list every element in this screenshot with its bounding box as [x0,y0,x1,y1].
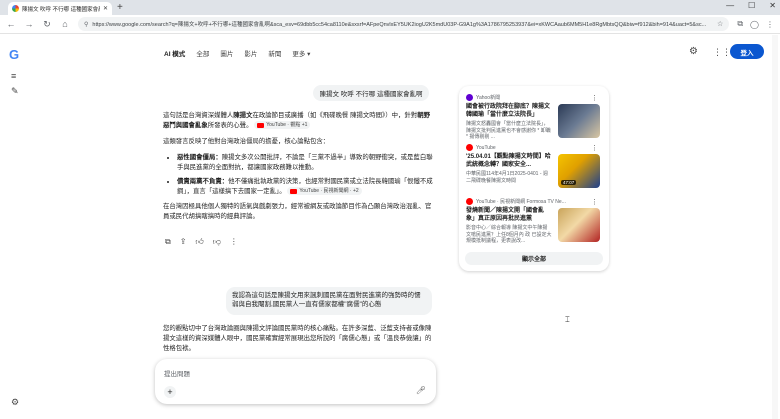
close-window-icon[interactable]: ✕ [769,1,776,10]
reload-icon[interactable]: ↻ [42,19,52,30]
home-icon[interactable]: ⌂ [60,19,70,29]
source-card[interactable]: YouTube '25.04.01【觀點陳揚文時間】哈武統概念轉？國家安全...… [466,144,604,188]
tab-all[interactable]: 全部 [196,48,209,58]
site-info-icon[interactable]: ⚲ [84,21,88,28]
user-question-bubble: 我認為這句話是陳揚文用來諷刺國民黨在面對民進黨的強勢時的懦弱與自我閹割,國民黨人… [226,287,432,315]
source-publisher: YouTube · 民視新聞網 Formosa TV Ne... [476,199,566,205]
source-chip[interactable]: YouTube · 民視新聞網 · +2 [287,187,362,196]
source-title: 國會被行政院拜在腳底？陳揚文韓國瑜「當什麼立法院長」 [466,104,551,118]
more-options-icon[interactable]: ⋮ [591,198,598,206]
search-mode-tabs: AI 模式 全部 圖片 影片 新聞 更多 ▾ [164,48,310,58]
source-thumbnail [558,104,600,138]
source-chip[interactable]: YouTube · 觀點 +1 [254,121,311,130]
source-card[interactable]: Yahoo新聞 國會被行政院拜在腳底？陳揚文韓國瑜「當什麼立法院長」 陳揚文怒轟… [466,94,604,141]
tab-ai-mode[interactable]: AI 模式 [164,48,185,58]
browser-toolbar: ← → ↻ ⌂ ⚲ https://www.google.com/search?… [0,15,780,34]
source-title: '25.04.01【觀點陳揚文時間】哈武統概念轉？國家安全... [466,154,551,168]
more-options-icon[interactable]: ⋮ [591,94,598,102]
profile-icon[interactable]: ◯ [750,20,759,29]
share-icon[interactable]: ⇪ [180,237,187,247]
more-options-icon[interactable]: ⋮ [230,237,238,247]
apps-grid-icon[interactable]: ⋮⋮ [713,47,731,58]
tab-title: 陳揚文 吹呼 不行哪 這種國家會亂... [22,6,100,13]
address-bar[interactable]: ⚲ https://www.google.com/search?q=陳揚文+吹呼… [78,17,730,31]
window-controls: — ☐ ✕ [726,1,776,10]
video-thumbnail: 47:07 [558,154,600,188]
source-chip-label: YouTube · 民視新聞網 · +2 [299,188,359,195]
list-item: 債責兩黨不負責：他不僅痛批執政黨的決策，也經常對國民黨或立法院長韓國瑜「恨鐵不成… [177,177,435,197]
ai-answer: 這句話是台灣資深媒體人陳揚文在政論節目或廣播（如《飛碟晚餐 陳揚文時間》）中，針… [163,111,435,228]
youtube-icon [466,144,473,151]
search-settings-icon[interactable]: ⚙ [689,46,698,57]
answer-bullet-list: 惡性國會僵局：陳揚文多次公開批評，不論是「三黨不過半」導致的朝野衝突，或是藍白聯… [177,153,435,197]
thumbs-up-icon[interactable]: 👍︎ [195,237,203,247]
more-options-icon[interactable]: ⋮ [591,144,598,152]
answer-text: 這句話是台灣資深媒體人 [163,112,234,119]
add-attachment-icon[interactable]: + [164,386,176,398]
source-chip-label: YouTube · 觀點 +1 [266,122,308,129]
page-scrollbar[interactable] [772,35,778,419]
youtube-icon [290,188,298,194]
answer-text: 在政論節目或廣播（如《飛碟晚餐 陳揚文時間》）中，針對 [252,112,418,119]
thumbs-down-icon[interactable]: 👎︎ [213,237,221,247]
login-button[interactable]: 登入 [730,44,764,59]
browser-tab-strip: 陳揚文 吹呼 不行哪 這種國家會亂... ✕ + — ☐ ✕ [0,0,780,15]
ask-input-box[interactable]: 提出問題 + 🎤︎ [155,359,436,404]
youtube-icon [257,122,265,128]
tab-news[interactable]: 新聞 [268,48,281,58]
ai-answer-paragraph: 您的觀點切中了台灣政論圈與陳揚文評論國民黨時的核心痛點。在許多深藍、泛藍支持者或… [163,325,432,352]
ask-input-placeholder: 提出問題 [164,371,190,378]
bullet-title: 債責兩黨不負責： [177,178,229,185]
answer-text: 所發表的心聲。 [207,122,253,129]
browser-menu-icon[interactable]: ⋮ [766,20,774,29]
bullet-title: 惡性國會僵局： [177,154,222,161]
answer-paragraph: 在台灣因極具他個人獨特的語氣與戲劇張力，經常被網友或政論節目作為凸顯台灣政治混亂… [163,203,432,220]
yahoo-icon [466,94,473,101]
youtube-icon [466,198,473,205]
forward-icon[interactable]: → [24,19,34,29]
minimize-icon[interactable]: — [726,1,734,10]
source-snippet: 影音中心／綜合報導 陳揚文中午陳揚文嗆民進黨？上任8個月內 政 已設定大規模抵制… [466,225,552,244]
tab-close-icon[interactable]: ✕ [103,5,108,12]
answer-paragraph: 這句話是台灣資深媒體人陳揚文在政論節目或廣播（如《飛碟晚餐 陳揚文時間》）中，針… [163,111,435,131]
url-text: https://www.google.com/search?q=陳揚文+吹呼+不… [92,22,707,28]
menu-icon[interactable]: ≡ [11,71,16,81]
source-snippet: 陳揚文怒轟國會「當什麼立法院長」，陳揚文批判民進黨也不會感謝你 * 卸職 * 揚… [466,121,551,140]
google-favicon-icon [12,5,19,12]
source-publisher: Yahoo新聞 [476,95,501,101]
browser-tab[interactable]: 陳揚文 吹呼 不行哪 這種國家會亂... ✕ [8,2,112,15]
sources-panel: Yahoo新聞 國會被行政院拜在腳底？陳揚文韓國瑜「當什麼立法院長」 陳揚文怒轟… [459,86,609,271]
video-thumbnail [558,208,600,242]
answer-paragraph: 這類發言反映了他對台灣政治僵局的擔憂，核心論點包含： [163,138,330,145]
google-logo-icon[interactable]: G [9,47,19,62]
copy-icon[interactable]: ⧉ [165,237,171,247]
settings-gear-icon[interactable]: ⚙ [11,397,19,408]
video-duration: 47:07 [561,180,577,185]
list-item: 惡性國會僵局：陳揚文多次公開批評，不論是「三黨不過半」導致的朝野衝突，或是藍白聯… [177,153,435,173]
back-icon[interactable]: ← [6,19,16,29]
answer-actions: ⧉ ⇪ 👍︎ 👎︎ ⋮ [165,237,238,247]
new-chat-icon[interactable]: ✎ [11,86,19,97]
user-question-bubble: 陳揚文 吹呼 不行哪 這種國家會亂啊 [313,85,429,101]
answer-bold-text: 陳揚文 [233,112,253,119]
show-all-button[interactable]: 顯示全部 [465,252,603,265]
microphone-icon[interactable]: 🎤︎ [416,386,426,395]
source-snippet: 中華民國114年4月1日2025-0401 - 週二飛碟晚餐陳揚文時間 [466,171,548,184]
bookmark-star-icon[interactable]: ☆ [717,20,723,28]
tab-videos[interactable]: 影片 [244,48,257,58]
left-rail: G ≡ ✎ ⚙ [0,34,30,419]
source-card[interactable]: YouTube · 民視新聞網 Formosa TV Ne... 發燒新聞／陳揚… [466,198,604,245]
extensions-icon[interactable]: ⧉ [737,19,743,29]
source-title: 發燒新聞／陳揚文開「國會亂象」真正原因再批民進黨 [466,208,545,222]
maximize-icon[interactable]: ☐ [748,1,755,10]
new-tab-icon[interactable]: + [117,2,123,13]
tab-images[interactable]: 圖片 [220,48,233,58]
mouse-cursor-icon: ⌶ [565,315,570,324]
source-publisher: YouTube [476,144,496,151]
tab-more[interactable]: 更多 ▾ [292,48,310,58]
